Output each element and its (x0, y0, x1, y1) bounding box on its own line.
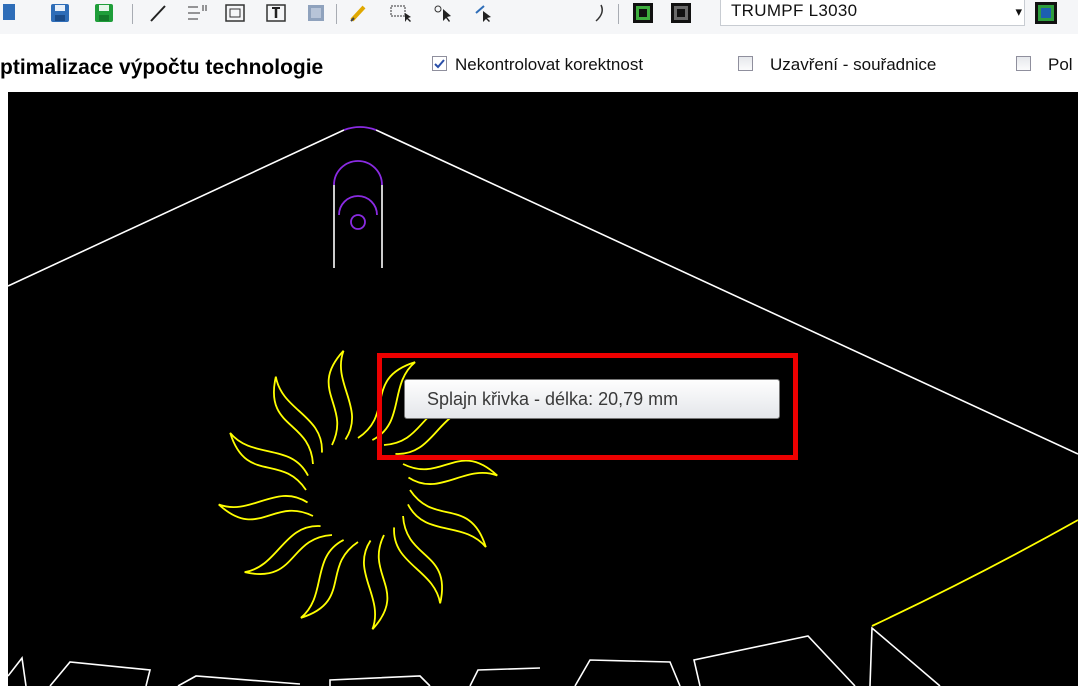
machine-select-value: TRUMPF L3030 (731, 1, 858, 20)
spline-ray[interactable] (327, 350, 353, 446)
checkbox-label[interactable]: Nekontrolovat korektnost (455, 55, 643, 75)
outer-arc (871, 519, 1078, 627)
spline-ray[interactable] (402, 459, 498, 485)
toolbar-separator (336, 4, 337, 24)
checkbox-label[interactable]: Uzavření - souřadnice (770, 55, 936, 75)
spline-ray[interactable] (363, 534, 389, 630)
main-toolbar: TRUMPF L3030 ▾ (0, 0, 1078, 35)
spline-ray[interactable] (244, 525, 333, 575)
toolbar-separator (618, 4, 619, 24)
machine-config-icon[interactable] (1032, 0, 1060, 26)
spline-ray[interactable] (407, 489, 487, 548)
select-area-icon[interactable] (388, 0, 416, 26)
optimization-title: ptimalizace výpočtu technologie (0, 56, 324, 79)
spline-tooltip: Splajn křivka - délka: 20,79 mm (404, 379, 780, 419)
checkbox-pol[interactable] (1016, 56, 1031, 71)
save-icon[interactable] (48, 0, 72, 26)
arc-icon[interactable] (592, 0, 610, 26)
options-bar: ptimalizace výpočtu technologie Nekontro… (0, 34, 1078, 92)
chevron-down-icon[interactable]: ▾ (1015, 4, 1022, 20)
image-icon[interactable] (222, 0, 248, 26)
checkbox-no-correctness-check[interactable] (432, 56, 447, 71)
layer-green-icon[interactable] (630, 0, 656, 26)
save-as-icon[interactable] (92, 0, 116, 26)
checkbox-closure-coordinates[interactable] (738, 56, 753, 71)
checkbox-label[interactable]: Pol (1048, 55, 1073, 75)
arc-features (333, 126, 383, 230)
spline-ray[interactable] (273, 376, 323, 465)
new-icon[interactable] (2, 0, 18, 26)
line-tool-icon[interactable] (146, 0, 170, 26)
pencil-icon[interactable] (346, 0, 370, 26)
checkmark-icon (434, 59, 445, 69)
dimension-icon[interactable] (184, 0, 210, 26)
texture-icon[interactable] (304, 0, 328, 26)
spline-ray[interactable] (229, 432, 309, 491)
machine-select[interactable]: TRUMPF L3030 ▾ (720, 0, 1025, 26)
layer-dark-icon[interactable] (668, 0, 694, 26)
select-arrow-icon[interactable] (430, 0, 458, 26)
spline-ray[interactable] (393, 515, 443, 604)
select-path-icon[interactable] (472, 0, 500, 26)
text-tool-icon[interactable] (263, 0, 289, 26)
toolbar-separator (132, 4, 133, 24)
cad-canvas[interactable]: Splajn křivka - délka: 20,79 mm (8, 92, 1078, 686)
spline-ray[interactable] (218, 495, 314, 521)
spline-ray[interactable] (300, 539, 359, 619)
